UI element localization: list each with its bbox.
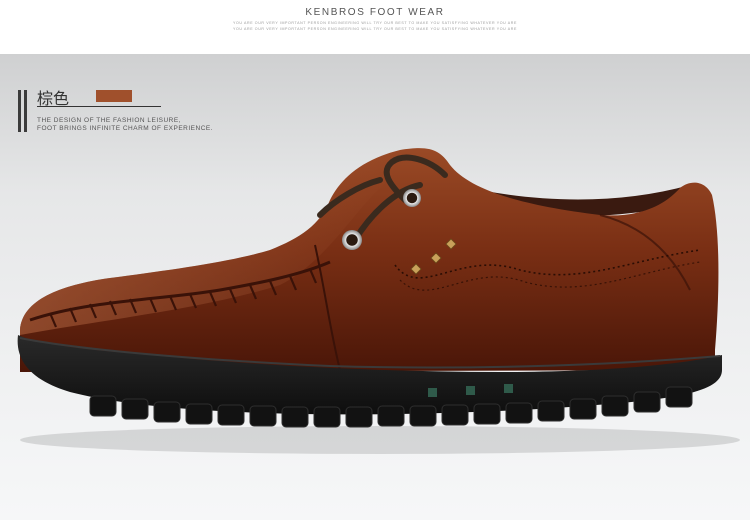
shoe-shadow xyxy=(20,426,740,454)
header-banner: KENBROS FOOT WEAR YOU ARE OUR VERY IMPOR… xyxy=(0,0,750,54)
shoe-photo xyxy=(17,148,740,454)
eyelet xyxy=(403,189,421,207)
tagline-line-2: YOU ARE OUR VERY IMPORTANT PERSON ENGINE… xyxy=(233,27,517,31)
brand-title: KENBROS FOOT WEAR xyxy=(305,7,445,18)
eyelet xyxy=(342,230,362,250)
tagline-line-1: YOU ARE OUR VERY IMPORTANT PERSON ENGINE… xyxy=(233,21,517,25)
